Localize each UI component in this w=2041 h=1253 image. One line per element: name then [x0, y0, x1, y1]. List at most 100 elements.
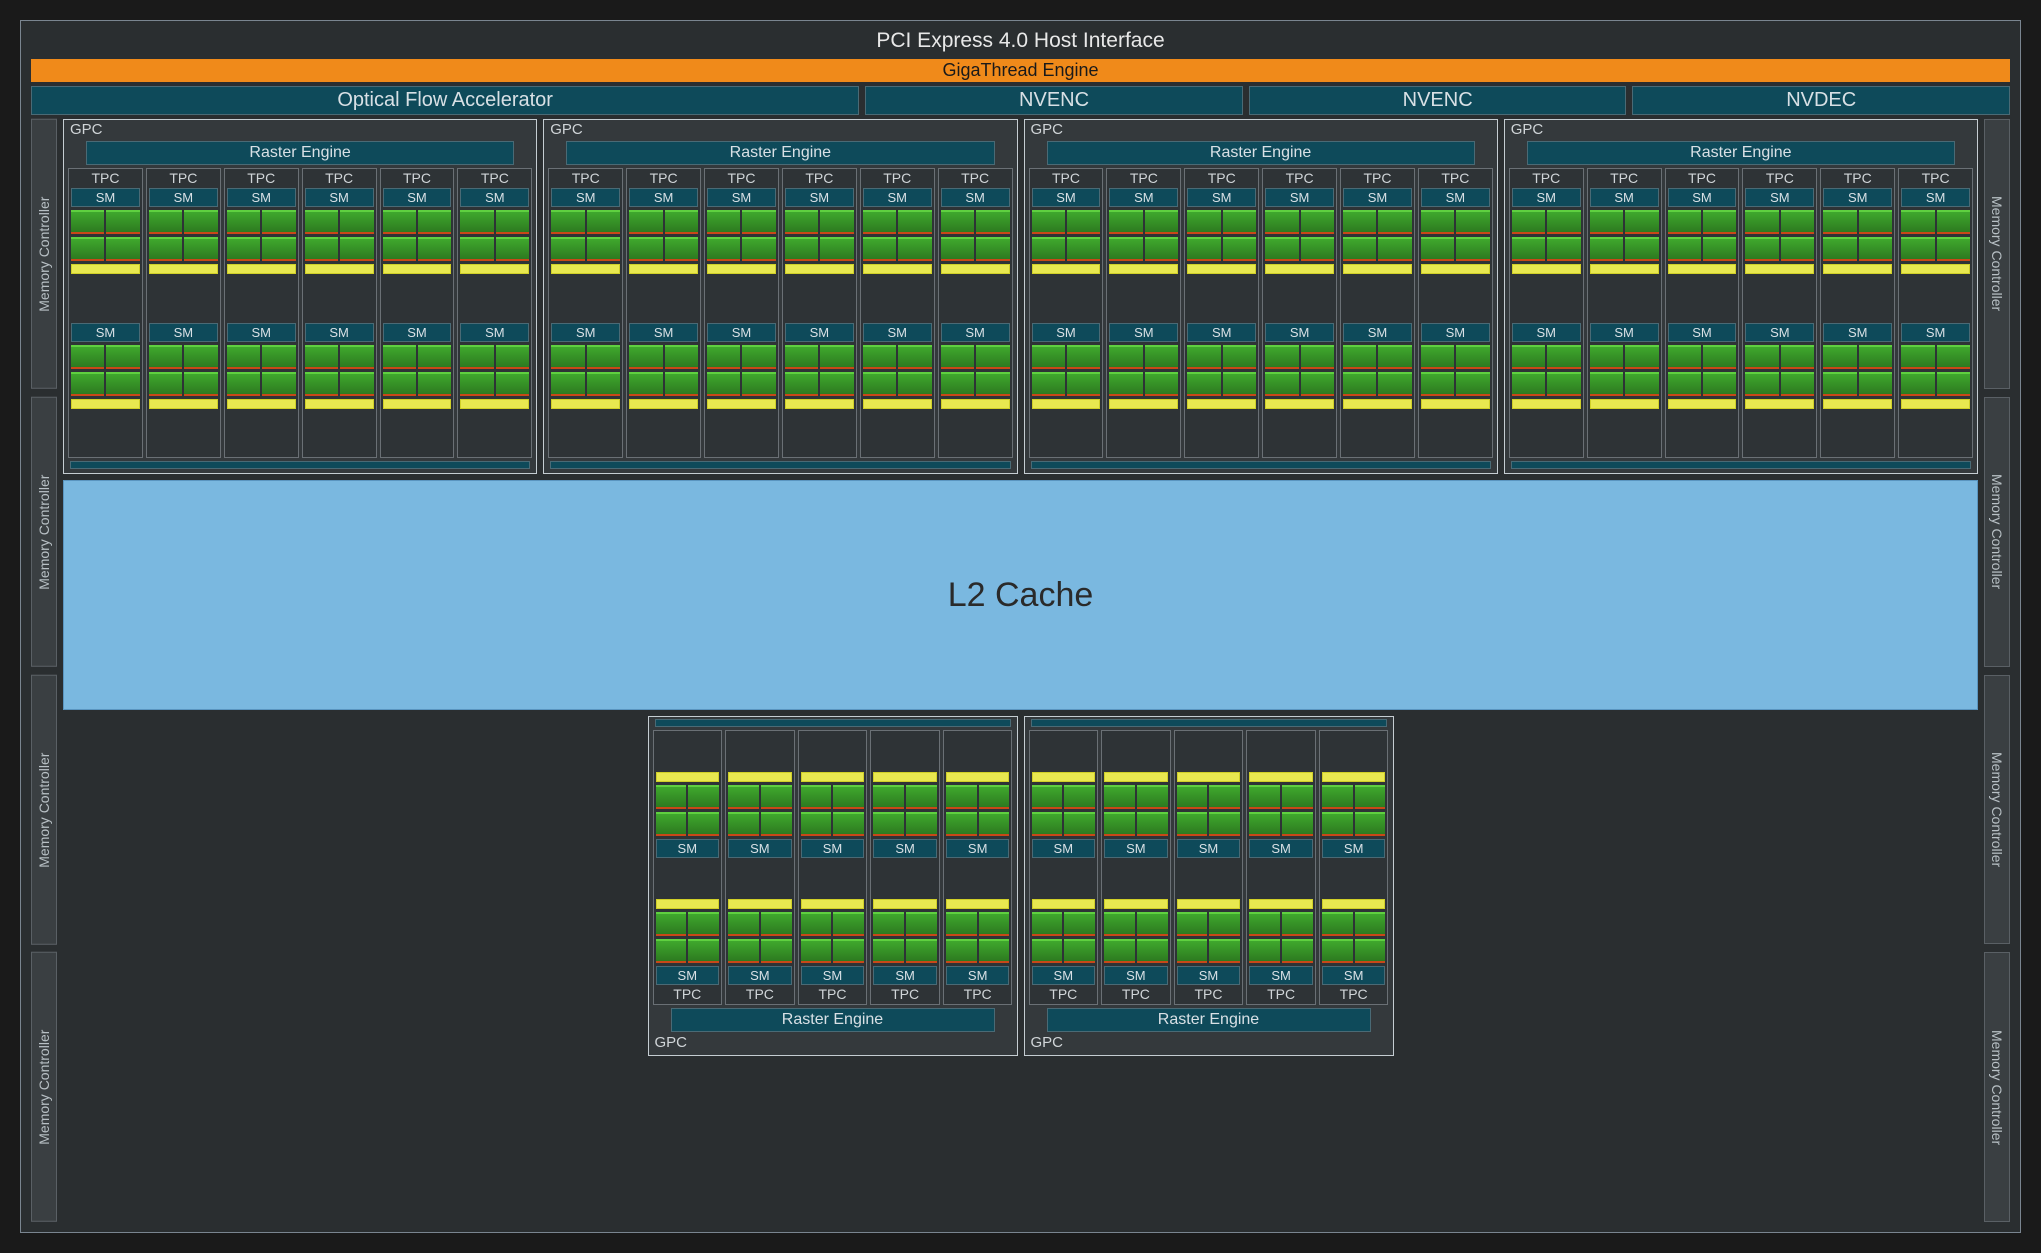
cuda-core-cluster [941, 345, 974, 369]
cuda-core-cluster [227, 210, 260, 234]
cuda-core-row [1032, 237, 1101, 261]
sm-label: SM [383, 323, 452, 342]
cuda-core-row [149, 210, 218, 234]
raster-engine: Raster Engine [86, 141, 514, 165]
sm-block: SM [629, 188, 698, 320]
cuda-core-row [1109, 345, 1178, 369]
cuda-core-row [1343, 372, 1412, 396]
cuda-core-row [941, 372, 1010, 396]
cuda-core-cluster [833, 785, 864, 809]
sm-block: SM [1421, 188, 1490, 320]
tpc-row: TPCSMSMTPCSMSMTPCSMSMTPCSMSMTPCSMSMTPCSM… [1029, 168, 1493, 458]
tensor-rt-core [873, 899, 937, 909]
cuda-core-row [383, 210, 452, 234]
cuda-core-row [863, 237, 932, 261]
tensor-rt-core [305, 399, 374, 409]
sm-label: SM [305, 188, 374, 207]
tpc-block: TPCSMSM [1418, 168, 1493, 458]
cuda-core-row [383, 372, 452, 396]
pci-interface-label: PCI Express 4.0 Host Interface [31, 27, 2010, 55]
cuda-core-row [1322, 912, 1386, 936]
tensor-rt-core [1265, 264, 1334, 274]
cuda-core-cluster [184, 372, 217, 396]
tensor-rt-core [1265, 399, 1334, 409]
memory-controller: Memory Controller [31, 119, 57, 389]
cuda-core-cluster [340, 345, 373, 369]
cuda-core-cluster [1282, 912, 1313, 936]
cuda-core-cluster [1421, 372, 1454, 396]
memory-controller: Memory Controller [31, 952, 57, 1222]
cuda-core-cluster [1355, 812, 1386, 836]
sm-label: SM [1187, 188, 1256, 207]
tpc-block: TPCSMSM [860, 168, 935, 458]
cuda-core-cluster [1781, 210, 1814, 234]
tpc-block: TPCSMSM [798, 730, 868, 1005]
sm-block: SM [656, 733, 720, 858]
cuda-core-cluster [1301, 210, 1334, 234]
cuda-core-cluster [1301, 345, 1334, 369]
cuda-core-cluster [1859, 237, 1892, 261]
cuda-core-cluster [262, 372, 295, 396]
cuda-core-row [1322, 812, 1386, 836]
sm-block: SM [149, 188, 218, 320]
sm-label: SM [1104, 839, 1168, 858]
cuda-core-cluster [1456, 345, 1489, 369]
cuda-core-cluster [1859, 372, 1892, 396]
tensor-rt-core [1322, 772, 1386, 782]
raster-engine: Raster Engine [1527, 141, 1955, 165]
cuda-core-row [460, 237, 529, 261]
cuda-core-cluster [551, 372, 584, 396]
sm-label: SM [1177, 966, 1241, 985]
cuda-core-cluster [801, 939, 832, 963]
cuda-core-row [1823, 210, 1892, 234]
sm-block: SM [1249, 860, 1313, 985]
cuda-core-cluster [1378, 345, 1411, 369]
sm-label: SM [785, 323, 854, 342]
cuda-core-cluster [785, 210, 818, 234]
tensor-rt-core [1104, 899, 1168, 909]
cuda-core-row [1421, 210, 1490, 234]
tensor-rt-core [1421, 399, 1490, 409]
cuda-core-cluster [728, 912, 759, 936]
polymorph-engine-bar [1031, 461, 1491, 469]
sm-label: SM [1901, 188, 1970, 207]
sm-label: SM [1187, 323, 1256, 342]
sm-block: SM [383, 323, 452, 455]
tensor-rt-core [656, 899, 720, 909]
cuda-core-row [71, 345, 140, 369]
cuda-core-cluster [1901, 345, 1934, 369]
cuda-core-row [460, 372, 529, 396]
tpc-block: TPCSMSM [302, 168, 377, 458]
cuda-core-cluster [383, 345, 416, 369]
cuda-core-cluster [979, 912, 1010, 936]
cuda-core-row [873, 939, 937, 963]
tensor-rt-core [728, 772, 792, 782]
cuda-core-row [1512, 210, 1581, 234]
tpc-label: TPC [1590, 171, 1659, 186]
cuda-core-cluster [1703, 237, 1736, 261]
cuda-core-cluster [1668, 237, 1701, 261]
cuda-core-cluster [1745, 237, 1778, 261]
cuda-core-cluster [1067, 372, 1100, 396]
gpc-block: GPCRaster EngineTPCSMSMTPCSMSMTPCSMSMTPC… [543, 119, 1017, 474]
tensor-rt-core [460, 399, 529, 409]
sm-label: SM [1032, 839, 1096, 858]
tpc-block: TPCSMSM [1742, 168, 1817, 458]
tensor-rt-core [1668, 264, 1737, 274]
cuda-core-cluster [1937, 237, 1970, 261]
tpc-row: TPCSMSMTPCSMSMTPCSMSMTPCSMSMTPCSMSM [1029, 730, 1389, 1005]
cuda-core-cluster [1937, 210, 1970, 234]
sm-block: SM [728, 860, 792, 985]
cuda-core-row [946, 912, 1010, 936]
tpc-block: TPCSMSM [1262, 168, 1337, 458]
tpc-block: TPCSMSM [782, 168, 857, 458]
cuda-core-cluster [820, 372, 853, 396]
sm-block: SM [1249, 733, 1313, 858]
sm-label: SM [1343, 323, 1412, 342]
tensor-rt-core [227, 264, 296, 274]
l2-cache: L2 Cache [63, 480, 1978, 710]
tpc-label: TPC [1187, 171, 1256, 186]
cuda-core-cluster [1703, 345, 1736, 369]
tensor-rt-core [656, 772, 720, 782]
cuda-core-cluster [227, 345, 260, 369]
